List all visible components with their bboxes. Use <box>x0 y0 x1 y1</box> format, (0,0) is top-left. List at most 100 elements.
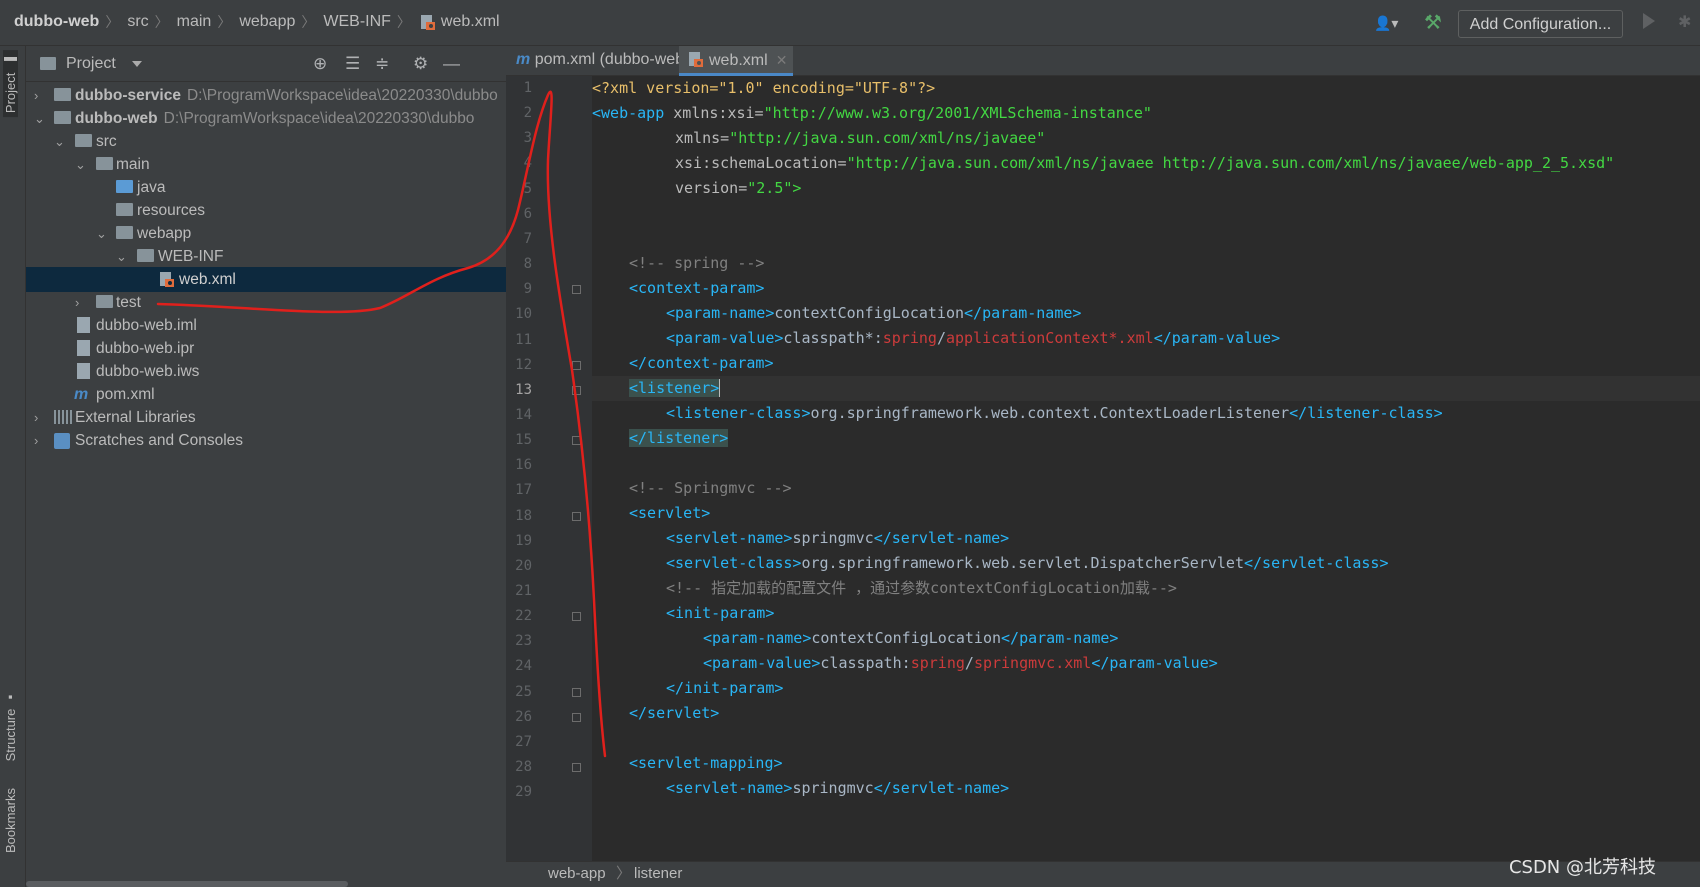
debug-icon[interactable]: ✱ <box>1678 12 1691 32</box>
line-number: 26 <box>515 708 532 725</box>
horizontal-scrollbar[interactable] <box>26 881 348 887</box>
tree-item-label: main <box>116 156 150 173</box>
project-panel-title[interactable]: Project <box>66 55 116 73</box>
tool-tab-bookmarks[interactable]: Bookmarks <box>3 788 18 853</box>
fold-marker-icon[interactable] <box>572 687 581 697</box>
expand-all-icon[interactable]: ☰ <box>345 54 360 74</box>
breadcrumb-item-main[interactable]: main <box>177 13 212 31</box>
fold-marker-icon[interactable] <box>572 712 581 722</box>
tree-item-dubbo-web[interactable]: ⌄ dubbo-web D:\ProgramWorkspace\idea\2022… <box>26 106 506 131</box>
tree-item-external-libraries[interactable]: › External Libraries <box>26 405 506 430</box>
code-area[interactable]: <?xml version="1.0" encoding="UTF-8"?> <… <box>592 76 1700 861</box>
user-icon[interactable]: 👤▾ <box>1374 15 1398 32</box>
chevron-right-icon[interactable]: › <box>75 290 79 315</box>
code-token: </servlet> <box>629 704 720 722</box>
chevron-down-icon[interactable]: ⌄ <box>75 152 86 177</box>
line-number: 13 <box>515 381 532 398</box>
resources-folder-icon <box>116 203 133 216</box>
tree-item-web-xml[interactable]: web.xml <box>26 267 506 292</box>
chevron-right-icon: 〉 <box>105 14 120 30</box>
fold-marker-icon[interactable] <box>572 436 581 446</box>
chevron-right-icon[interactable]: › <box>34 405 38 430</box>
breadcrumb-project[interactable]: dubbo-web <box>14 13 99 31</box>
add-configuration-button[interactable]: Add Configuration... <box>1458 10 1623 38</box>
code-token: contextConfigLocation <box>774 304 965 322</box>
collapse-all-icon[interactable]: ≑ <box>375 54 389 74</box>
close-icon[interactable]: ✕ <box>776 52 788 68</box>
tool-tab-structure[interactable]: Structure ▪ <box>3 690 18 761</box>
tree-item-label: webapp <box>137 225 192 242</box>
code-token: "http://java.sun.com/xml/ns/javaee" <box>729 129 1046 147</box>
line-number: 29 <box>515 784 532 801</box>
run-icon[interactable] <box>1643 13 1655 29</box>
code-token: springmvc <box>792 779 874 797</box>
code-line: <param-name>contextConfigLocation</param… <box>592 626 1700 651</box>
fold-marker-icon[interactable] <box>572 360 581 370</box>
breadcrumb-file[interactable]: web.xml <box>441 13 500 31</box>
locate-icon[interactable]: ⊕ <box>313 54 327 74</box>
chevron-right-icon[interactable]: › <box>34 428 38 453</box>
tree-item-iws[interactable]: dubbo-web.iws <box>26 359 506 384</box>
hide-icon[interactable]: — <box>443 54 460 74</box>
navigation-bar: dubbo-web 〉 src 〉 main 〉 webapp 〉 WEB-INF 〉 w… <box>0 0 1700 46</box>
chevron-right-icon[interactable]: › <box>34 83 38 108</box>
tab-pom-xml[interactable]: m pom.xml (dubbo-web) <box>506 46 689 76</box>
tab-web-xml[interactable]: web.xml ✕ <box>679 46 793 76</box>
tree-item-src[interactable]: ⌄ src <box>26 129 506 154</box>
tree-item-ipr[interactable]: dubbo-web.ipr <box>26 336 506 361</box>
tree-item-webinf[interactable]: ⌄ WEB-INF <box>26 244 506 269</box>
code-token: <context-param> <box>629 279 765 297</box>
fold-marker-icon[interactable] <box>572 285 581 295</box>
line-number: 21 <box>515 583 532 599</box>
tree-item-main[interactable]: ⌄ main <box>26 152 506 177</box>
tree-item-java[interactable]: java <box>26 175 506 200</box>
tree-item-label: pom.xml <box>96 386 155 403</box>
folder-icon <box>137 249 154 262</box>
chevron-down-icon[interactable]: ⌄ <box>34 106 45 131</box>
code-token: contextConfigLocation <box>811 629 1002 647</box>
chevron-down-icon[interactable]: ⌄ <box>96 221 107 246</box>
line-number: 5 <box>523 180 532 197</box>
tree-item-resources[interactable]: resources <box>26 198 506 223</box>
code-token: <web-app <box>592 104 665 122</box>
line-number: 1 <box>523 80 532 96</box>
code-line: <context-param> <box>592 276 1700 301</box>
code-token: classpath: <box>820 654 911 672</box>
fold-marker-icon[interactable] <box>572 511 581 521</box>
watermark: CSDN @北芳科技 <box>1508 857 1656 878</box>
code-token: <listener> <box>629 379 720 397</box>
chevron-down-icon[interactable]: ⌄ <box>54 129 65 154</box>
code-token: </param-value> <box>1153 329 1281 347</box>
code-token: <param-value> <box>666 329 784 347</box>
tree-item-webapp[interactable]: ⌄ webapp <box>26 221 506 246</box>
code-token: <!-- 指定加载的配置文件 ，通过参数contextConfigLocatio… <box>666 579 1177 597</box>
tree-item-label: resources <box>137 202 206 219</box>
breadcrumb-item-webinf[interactable]: WEB-INF <box>323 13 391 31</box>
xml-file-icon <box>689 52 703 67</box>
gear-icon[interactable]: ⚙ <box>413 54 428 74</box>
tree-item-pom[interactable]: m pom.xml <box>26 382 506 407</box>
code-line: <servlet> <box>592 501 1700 526</box>
line-gutter: 1 2 3 4 5 6 7 8 9 10 11 12 13 14 15 16 17 18 19 20 21 22 23 24 2… <box>506 76 592 887</box>
chevron-down-icon[interactable]: ⌄ <box>116 244 127 269</box>
status-path-listener[interactable]: listener <box>634 862 682 886</box>
code-line: <servlet-class>org.springframework.web.s… <box>592 551 1700 576</box>
tree-item-scratches[interactable]: › Scratches and Consoles <box>26 428 506 453</box>
tool-tab-bookmarks-label: Bookmarks <box>3 788 18 854</box>
tree-item-iml[interactable]: dubbo-web.iml <box>26 313 506 338</box>
chevron-down-icon[interactable] <box>132 61 142 67</box>
tree-item-dubbo-service[interactable]: › dubbo-service D:\ProgramWorkspace\idea\… <box>26 83 506 108</box>
fold-marker-icon[interactable] <box>572 763 581 773</box>
line-number: 24 <box>515 658 532 675</box>
status-path-web-app[interactable]: web-app <box>548 862 606 886</box>
tree-item-test[interactable]: › test <box>26 290 506 315</box>
tree-item-label: src <box>96 133 117 150</box>
fold-marker-icon[interactable] <box>572 385 581 395</box>
tool-tab-structure-label: Structure <box>3 708 18 762</box>
tool-tab-project[interactable]: Project ▬ <box>3 50 18 118</box>
breadcrumb-item-webapp[interactable]: webapp <box>239 13 295 31</box>
fold-marker-icon[interactable] <box>572 612 581 622</box>
build-hammer-icon[interactable]: ⚒ <box>1424 10 1442 35</box>
breadcrumb-item-src[interactable]: src <box>127 13 148 31</box>
code-line: <servlet-mapping> <box>592 751 1700 776</box>
